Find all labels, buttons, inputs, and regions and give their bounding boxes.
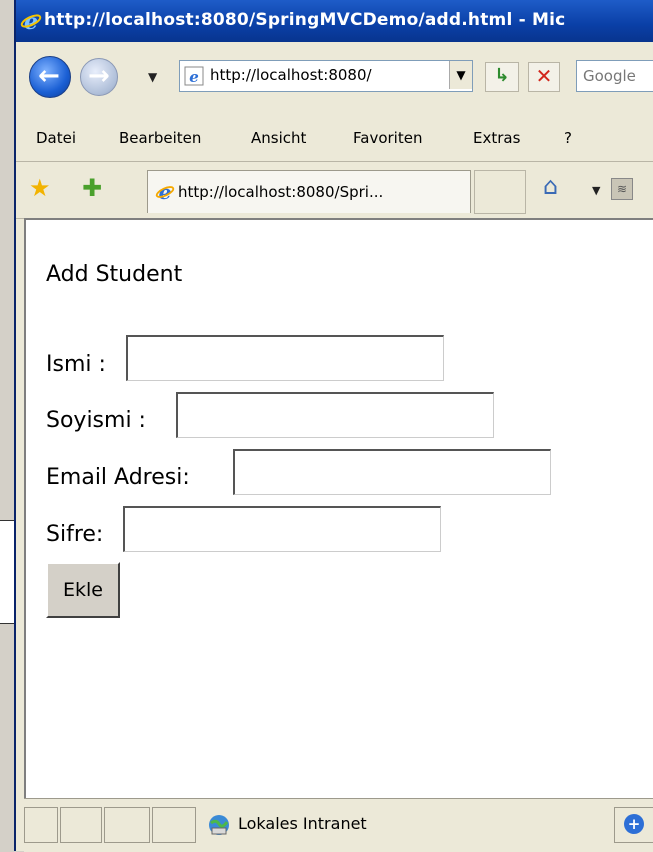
last-name-field[interactable] <box>176 392 494 438</box>
home-icon[interactable]: ⌂ <box>543 174 558 198</box>
first-name-label: Ismi : <box>46 352 106 377</box>
back-arrow-icon: ← <box>38 61 60 91</box>
ie-icon: e <box>20 10 42 32</box>
status-bar: Lokales Intranet + <box>24 798 653 852</box>
svg-text:e: e <box>159 182 172 202</box>
password-field[interactable] <box>123 506 441 552</box>
status-cell <box>152 807 196 843</box>
add-favorite-icon[interactable]: ✚ <box>82 176 102 200</box>
add-button[interactable]: Ekle <box>46 562 120 618</box>
refresh-button[interactable]: ↳ <box>485 62 519 92</box>
favorites-star-icon[interactable]: ★ <box>29 176 51 200</box>
security-zone-label: Lokales Intranet <box>238 814 367 833</box>
feed-icon[interactable]: ≋ <box>611 178 633 200</box>
first-name-field[interactable] <box>126 335 444 381</box>
status-cell <box>104 807 150 843</box>
search-input[interactable]: Google <box>576 60 653 92</box>
menu-help[interactable]: ? <box>564 129 572 147</box>
history-dropdown-icon[interactable]: ▼ <box>148 70 157 84</box>
window-title: http://localhost:8080/SpringMVCDemo/add.… <box>44 10 566 30</box>
menu-bar: Datei Bearbeiten Ansicht Favoriten Extra… <box>16 116 653 162</box>
browser-tab[interactable]: e http://localhost:8080/Spri... <box>147 170 471 213</box>
page-icon: e <box>184 66 204 86</box>
last-name-label: Soyismi : <box>46 408 146 433</box>
navigation-bar: ← → ▼ e http://localhost:8080/ ▼ ↳ ✕ Goo… <box>16 42 653 117</box>
address-text: http://localhost:8080/ <box>210 66 372 84</box>
email-label: Email Adresi: <box>46 465 190 490</box>
new-tab-button[interactable] <box>474 170 526 214</box>
address-dropdown-icon[interactable]: ▼ <box>449 61 472 89</box>
page-content: Add Student Ismi : Soyismi : Email Adres… <box>24 218 653 798</box>
home-dropdown-icon[interactable]: ▼ <box>592 184 600 197</box>
forward-arrow-icon: → <box>88 61 110 91</box>
desktop-background <box>0 0 14 851</box>
title-bar[interactable]: e http://localhost:8080/SpringMVCDemo/ad… <box>16 0 653 42</box>
zoom-icon: + <box>624 814 644 834</box>
favorites-bar: ★ ✚ e http://localhost:8080/Spri... ⌂ ▼ … <box>16 161 653 219</box>
menu-ansicht[interactable]: Ansicht <box>251 129 306 147</box>
page-title: Add Student <box>46 262 183 287</box>
svg-text:e: e <box>24 10 38 32</box>
stop-button[interactable]: ✕ <box>528 62 560 92</box>
menu-favoriten[interactable]: Favoriten <box>353 129 422 147</box>
intranet-globe-icon <box>209 815 229 835</box>
menu-extras[interactable]: Extras <box>473 129 520 147</box>
status-cell <box>24 807 58 843</box>
forward-button[interactable]: → <box>80 58 118 96</box>
menu-datei[interactable]: Datei <box>36 129 76 147</box>
status-cell <box>60 807 102 843</box>
back-button[interactable]: ← <box>29 56 71 98</box>
svg-text:e: e <box>189 68 199 86</box>
email-field[interactable] <box>233 449 551 495</box>
address-bar[interactable]: e http://localhost:8080/ ▼ <box>179 60 473 92</box>
menu-bearbeiten[interactable]: Bearbeiten <box>119 129 201 147</box>
password-label: Sifre: <box>46 522 104 547</box>
search-placeholder: Google <box>583 67 636 85</box>
ie-tab-icon: e <box>155 182 175 202</box>
zoom-cell[interactable]: + <box>614 807 653 843</box>
browser-window: e http://localhost:8080/SpringMVCDemo/ad… <box>14 0 653 852</box>
tab-title: http://localhost:8080/Spri... <box>178 183 384 201</box>
